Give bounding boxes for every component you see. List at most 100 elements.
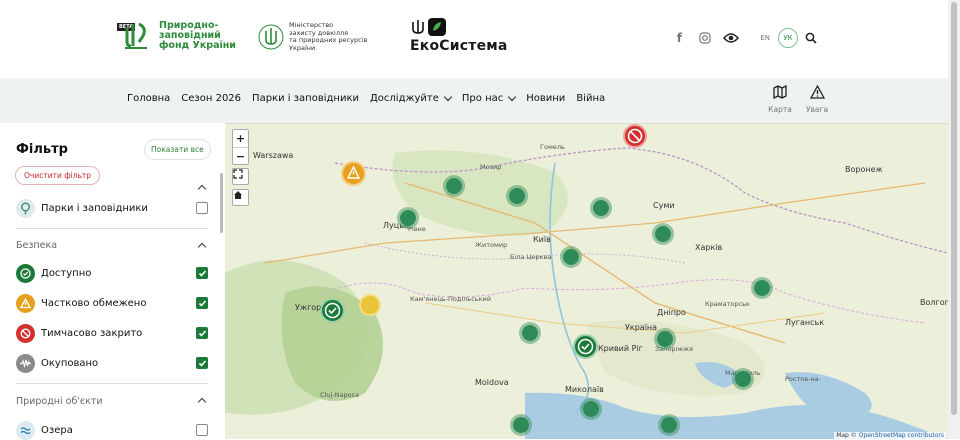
- filter-security-item[interactable]: Частково обмежено: [16, 293, 208, 313]
- filter-security-item[interactable]: Окуповано: [16, 353, 208, 373]
- map-cluster-marker[interactable]: [519, 322, 541, 344]
- chevron-up-icon[interactable]: [197, 184, 207, 194]
- map-cluster-marker[interactable]: [506, 185, 528, 207]
- filter-parks[interactable]: Парки і заповідники: [16, 198, 208, 218]
- partially-restricted-cluster-marker[interactable]: [359, 294, 381, 316]
- map-place-label: Moldova: [475, 378, 509, 387]
- instagram-icon[interactable]: [696, 29, 714, 47]
- filter-security-checkbox[interactable]: [196, 267, 208, 279]
- filter-lakes-checkbox[interactable]: [196, 424, 208, 436]
- map-cluster-marker[interactable]: [560, 246, 582, 268]
- zoom-in-button[interactable]: +: [233, 130, 248, 147]
- nav-item[interactable]: Сезон 2026: [181, 93, 241, 104]
- nav-item[interactable]: Війна: [576, 93, 605, 104]
- map-place-label: Суми: [653, 201, 675, 210]
- filter-security-label: Частково обмежено: [41, 297, 147, 309]
- filter-security-checkbox[interactable]: [196, 327, 208, 339]
- available-marker[interactable]: [573, 334, 598, 359]
- page-scrollbar[interactable]: [948, 0, 960, 439]
- chevron-up-icon[interactable]: [197, 242, 207, 252]
- map-tool-label: Карта: [768, 105, 792, 114]
- map-cluster-marker[interactable]: [751, 277, 773, 299]
- warning-tool-label: Увага: [805, 105, 829, 114]
- fullscreen-button[interactable]: [232, 168, 249, 185]
- map-place-label: Ростов-на-: [785, 375, 821, 383]
- map-place-label: Дніпро: [657, 308, 686, 317]
- sidebar-scrollbar[interactable]: [220, 173, 223, 233]
- tree-icon: [16, 198, 35, 218]
- filter-parks-label: Парки і заповідники: [41, 202, 148, 214]
- map-place-label: Краматорськ: [705, 300, 750, 308]
- osm-link[interactable]: OpenStreetMap contributors: [859, 432, 944, 439]
- nav-item[interactable]: Досліджуйте: [370, 92, 453, 104]
- filter-parks-checkbox[interactable]: [196, 202, 208, 214]
- map-place-label: Київ: [533, 235, 551, 244]
- main-nav: Головна Сезон 2026 Парки і заповідники Досл…: [0, 78, 948, 123]
- check-circle-icon: [16, 263, 35, 283]
- search-icon[interactable]: [802, 29, 820, 47]
- lang-en[interactable]: EN: [760, 34, 770, 42]
- show-all-button[interactable]: Показати все: [144, 139, 211, 160]
- map-attribution: Map © OpenStreetMap contributors: [834, 432, 946, 439]
- nav-item[interactable]: Головна: [127, 93, 170, 104]
- filter-security-label: Окуповано: [41, 357, 99, 369]
- nav-item[interactable]: Новини: [526, 93, 565, 104]
- map-cluster-marker[interactable]: [510, 414, 532, 436]
- filter-security-checkbox[interactable]: [196, 357, 208, 369]
- nav-item[interactable]: Про нас: [461, 92, 517, 104]
- filter-security-label: Доступно: [41, 267, 92, 279]
- partially-restricted-marker[interactable]: [341, 161, 366, 186]
- map-cluster-marker[interactable]: [732, 368, 754, 390]
- fullscreen-icon: [233, 169, 243, 179]
- map-cluster-marker[interactable]: [658, 414, 680, 436]
- home-button[interactable]: [232, 189, 249, 206]
- checkmark-icon: [198, 359, 206, 367]
- facebook-icon[interactable]: f: [670, 29, 688, 47]
- lang-uk[interactable]: УК: [778, 28, 798, 48]
- temporarily-closed-marker[interactable]: [623, 124, 647, 148]
- pzf-logo[interactable]: BETA Природно- заповідний фонд України: [117, 20, 236, 52]
- map-place-label: Миколаїв: [565, 385, 604, 394]
- chevron-up-icon[interactable]: [197, 397, 207, 407]
- filter-security-item[interactable]: Доступно: [16, 263, 208, 283]
- filter-lakes[interactable]: Озера: [16, 420, 208, 440]
- map-cluster-marker[interactable]: [580, 398, 602, 420]
- zoom-out-button[interactable]: −: [233, 147, 248, 164]
- map-cluster-marker[interactable]: [590, 197, 612, 219]
- filter-security-checkbox[interactable]: [196, 297, 208, 309]
- eye-icon[interactable]: [722, 29, 740, 47]
- ecosystem-logo[interactable]: ЕкоСистема: [410, 18, 508, 54]
- page-scrollbar-thumb[interactable]: [951, 2, 957, 415]
- map-cluster-marker[interactable]: [397, 207, 419, 229]
- map-place-label: Луганськ: [785, 318, 825, 327]
- nav-item-label: Головна: [127, 93, 171, 104]
- attribution-prefix: Map ©: [836, 432, 859, 439]
- map-place-label: Гомель: [540, 143, 565, 151]
- map-place-label: Cluj-Napoca: [320, 391, 360, 399]
- checkmark-icon: [198, 299, 206, 307]
- nav-item-label: Сезон 2026: [181, 93, 242, 104]
- map-tool[interactable]: Карта: [765, 84, 795, 114]
- map-place-label: Кривий Ріг: [598, 344, 643, 353]
- map-view[interactable]: Warszawa Гомель Воронеж Суми Київ Харків Луцьк…: [225, 123, 948, 439]
- nav-item-label: Парки і заповідники: [252, 93, 359, 104]
- map-cluster-marker[interactable]: [652, 223, 674, 245]
- map-cluster-marker[interactable]: [654, 328, 676, 350]
- home-icon: [234, 191, 242, 199]
- map-place-label: Волгоград: [920, 298, 948, 307]
- nav-item-label: Війна: [576, 93, 606, 104]
- ministry-logo[interactable]: Міністерство захисту довкілля та природн…: [258, 21, 384, 52]
- warning-tool[interactable]: Увага: [802, 84, 832, 114]
- warning-icon: [809, 84, 825, 99]
- clear-filter-button[interactable]: Очистити фільтр: [15, 166, 101, 185]
- map-cluster-marker[interactable]: [443, 175, 465, 197]
- nature-section-title: Природні об'єкти: [16, 396, 103, 407]
- nav-item[interactable]: Парки і заповідники: [252, 93, 359, 104]
- nav-item-label: Про нас: [461, 93, 504, 104]
- available-marker[interactable]: [320, 298, 345, 323]
- checkmark-icon: [198, 269, 206, 277]
- filter-title: Фільтр: [16, 142, 68, 157]
- security-section-title: Безпека: [16, 240, 58, 251]
- filter-security-item[interactable]: Тимчасово закрито: [16, 323, 208, 343]
- pzf-logo-icon: [125, 22, 147, 49]
